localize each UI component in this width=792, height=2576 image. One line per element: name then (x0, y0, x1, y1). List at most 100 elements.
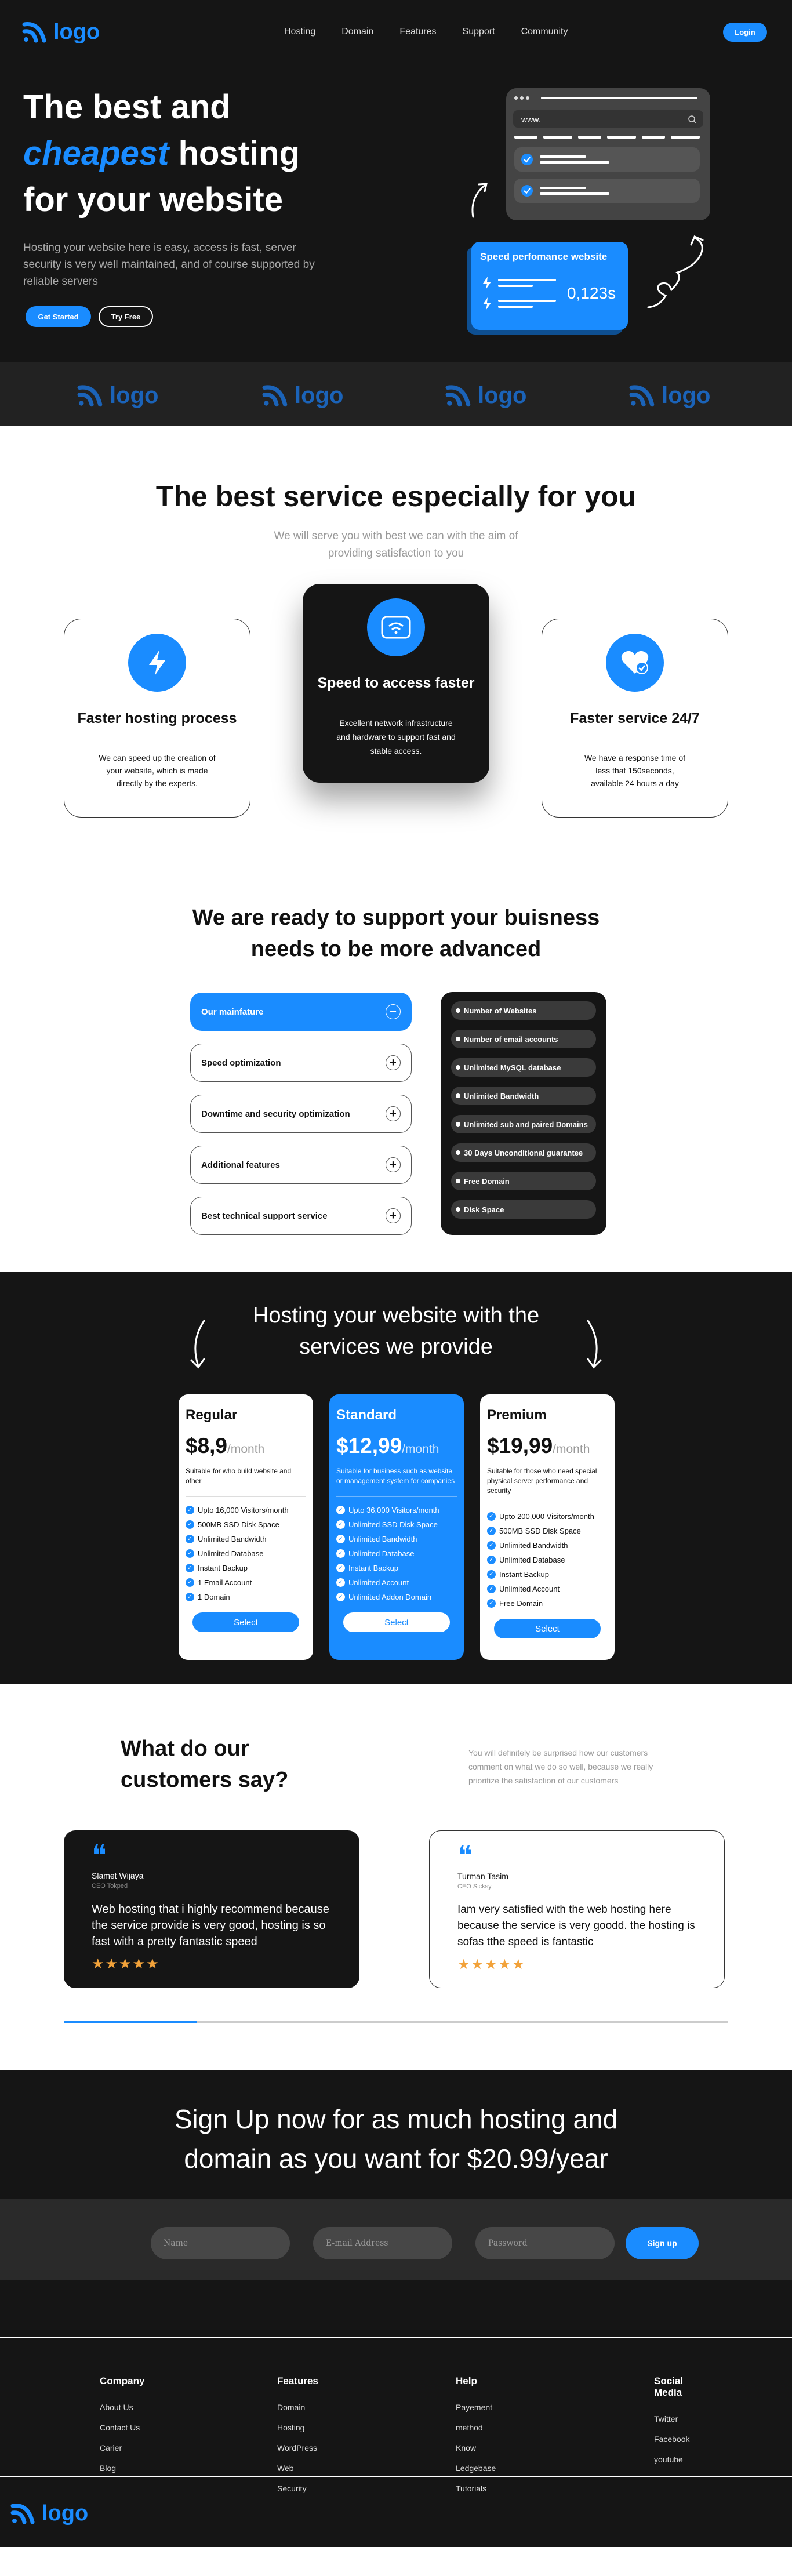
pricing-title-line-2: services we provide (299, 1335, 493, 1359)
carousel-progress-track[interactable] (64, 2021, 728, 2023)
browser-url: www. (513, 110, 703, 128)
logo-icon (629, 385, 655, 407)
footer-column-title: Help (456, 2375, 477, 2386)
footer-link[interactable]: WordPress (277, 2438, 318, 2458)
accordion-item-mainfature[interactable]: Our mainfature − (190, 993, 412, 1031)
footer-divider (0, 2337, 792, 2338)
feature-item: 30 Days Unconditional guarantee (451, 1143, 596, 1162)
logo-text: logo (53, 19, 100, 44)
select-button[interactable]: Select (343, 1612, 450, 1632)
footer-link[interactable]: About Us (100, 2397, 144, 2418)
footer-link[interactable]: Blog (100, 2458, 144, 2479)
signup-title-line-2: domain as you want for $20.99/year (184, 2143, 608, 2174)
plus-icon: + (386, 1208, 401, 1223)
hero-title-line-2: hosting (178, 135, 300, 172)
service-card-title: Speed to access faster (317, 675, 475, 691)
plan-price-value: $12,99 (336, 1434, 402, 1458)
signup-section: Sign Up now for as much hosting and doma… (0, 2070, 792, 2199)
loop-arrow-icon (647, 235, 704, 308)
testimonials-title: What do our customers say? (121, 1733, 288, 1796)
support-title-line-2: needs to be more advanced (250, 937, 542, 961)
plan-feature-list: Upto 36,000 Visitors/month Unlimited SSD… (336, 1503, 457, 1604)
footer-link[interactable]: Know Ledgebase (456, 2438, 496, 2479)
plan-feature-list: Upto 16,000 Visitors/month 500MB SSD Dis… (186, 1503, 306, 1604)
accordion-label: Speed optimization (201, 1058, 281, 1068)
email-input[interactable]: E-mail Address (313, 2227, 452, 2259)
plan-card-regular: Regular $8,9/month Suitable for who buil… (179, 1394, 313, 1660)
plan-feature: 1 Domain (186, 1590, 306, 1604)
lightning-icon (128, 634, 186, 692)
feature-item: Number of email accounts (451, 1030, 596, 1048)
footer-link[interactable]: Contact Us (100, 2418, 144, 2438)
plan-price: $19,99/month (487, 1434, 608, 1458)
feature-item: Number of Websites (451, 1001, 596, 1020)
nav-link-domain[interactable]: Domain (341, 27, 373, 37)
footer-link[interactable]: Tutorials (456, 2479, 496, 2499)
nav-links: Hosting Domain Features Support Communit… (284, 27, 594, 37)
plan-feature: Upto 16,000 Visitors/month (186, 1503, 306, 1517)
footer-logo[interactable]: logo (10, 2500, 88, 2527)
feature-item: Disk Space (451, 1200, 596, 1219)
feature-item: Free Domain (451, 1172, 596, 1190)
footer-link[interactable]: Carier (100, 2438, 144, 2458)
plan-period: /month (227, 1443, 265, 1456)
service-card-text: We can speed up the creation of your web… (99, 753, 216, 788)
plan-card-premium: Premium $19,99/month Suitable for those … (480, 1394, 615, 1660)
quote-icon: ❝ (457, 1841, 473, 1872)
footer-column-title: Features (277, 2375, 318, 2386)
footer-link[interactable]: Web Security (277, 2458, 318, 2499)
plan-feature: Instant Backup (487, 1567, 608, 1582)
accordion-label: Best technical support service (201, 1211, 328, 1221)
accordion-item-additional[interactable]: Additional features + (190, 1146, 412, 1184)
footer-link[interactable]: Domain (277, 2397, 318, 2418)
support-title-line-1: We are ready to support your buisness (192, 906, 600, 930)
select-button[interactable]: Select (192, 1612, 299, 1632)
plan-name: Premium (487, 1407, 547, 1423)
hero-title-line-3: for your website (23, 181, 283, 219)
services-section: The best service especially for you We w… (0, 426, 792, 1272)
plan-feature: Unlimited Account (487, 1582, 608, 1596)
testimonial-card: ❝ Turman Tasim CEO Sicksy Iam very satis… (429, 1830, 725, 1988)
hero-subtitle: Hosting your website here is easy, acces… (23, 242, 315, 288)
nav-link-hosting[interactable]: Hosting (284, 27, 315, 37)
testimonial-name: Turman Tasim (457, 1872, 508, 1881)
plan-description: Suitable for business such as website or… (336, 1467, 455, 1485)
footer-link[interactable]: Twitter (654, 2409, 689, 2429)
footer-link[interactable]: youtube (654, 2450, 689, 2470)
footer-link[interactable]: Facebook (654, 2429, 689, 2450)
accordion-item-speed[interactable]: Speed optimization + (190, 1044, 412, 1082)
accordion-label: Additional features (201, 1160, 280, 1170)
plan-name: Regular (186, 1407, 238, 1423)
plan-description: Suitable for who build website and other (186, 1467, 292, 1485)
lightning-icon (483, 277, 491, 289)
get-started-button[interactable]: Get Started (26, 306, 91, 327)
nav-link-features[interactable]: Features (399, 27, 436, 37)
plan-feature: Unlimited Bandwidth (487, 1538, 608, 1553)
partner-logo: logo (445, 382, 526, 409)
password-input[interactable]: Password (475, 2227, 615, 2259)
name-input[interactable]: Name (151, 2227, 290, 2259)
footer-link[interactable]: Hosting (277, 2418, 318, 2438)
try-free-button[interactable]: Try Free (99, 306, 153, 327)
plus-icon: + (386, 1106, 401, 1121)
service-card-title: Faster hosting process (77, 710, 237, 726)
select-button[interactable]: Select (494, 1619, 601, 1638)
accordion-item-security[interactable]: Downtime and security optimization + (190, 1095, 412, 1133)
logo-icon (77, 385, 103, 407)
nav-logo[interactable]: logo (22, 19, 100, 45)
feature-item: Unlimited sub and paired Domains (451, 1115, 596, 1133)
accordion-item-support[interactable]: Best technical support service + (190, 1197, 412, 1235)
footer-column-help: Help Payement method Know Ledgebase Tuto… (456, 2375, 496, 2499)
login-button[interactable]: Login (723, 23, 767, 42)
plan-feature: Instant Backup (186, 1561, 306, 1575)
testimonial-text: Web hosting that i highly recommend beca… (92, 1903, 329, 1948)
nav-link-community[interactable]: Community (521, 27, 568, 37)
signup-button[interactable]: Sign up (626, 2227, 699, 2259)
plan-feature: Instant Backup (336, 1561, 457, 1575)
plan-price: $8,9/month (186, 1434, 306, 1458)
plan-feature: Upto 200,000 Visitors/month (487, 1509, 608, 1524)
partner-logo-text: logo (662, 382, 711, 408)
footer-link[interactable]: Payement method (456, 2397, 496, 2438)
nav-link-support[interactable]: Support (463, 27, 495, 37)
feature-item: Unlimited Bandwidth (451, 1087, 596, 1105)
